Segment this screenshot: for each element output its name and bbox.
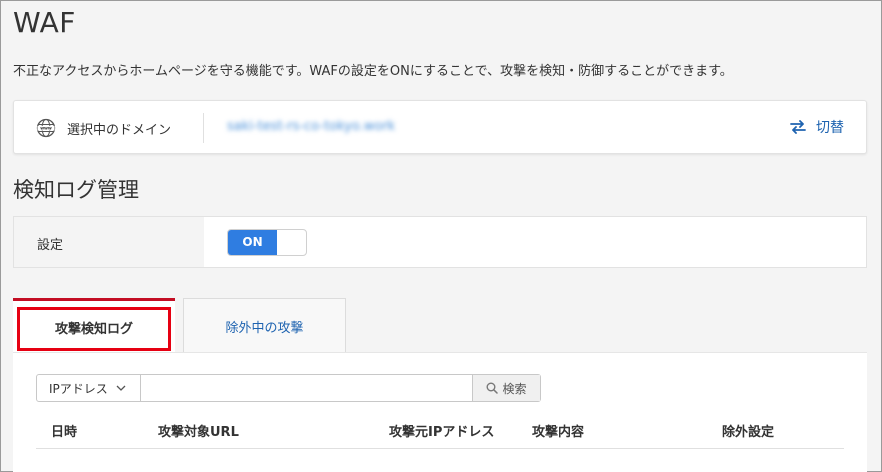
page-description: 不正なアクセスからホームページを守る機能です。WAFの設定をONにすることで、攻…: [13, 64, 733, 79]
search-bar: IPアドレス 検索: [36, 374, 541, 402]
tab-attack-detection-log[interactable]: 攻撃検知ログ: [13, 298, 175, 353]
column-header-target-url: 攻撃対象URL: [158, 425, 239, 440]
toggle-on-label: ON: [228, 230, 277, 255]
page-title: WAF: [13, 6, 76, 39]
search-input[interactable]: [141, 375, 472, 401]
setting-label: 設定: [37, 238, 64, 253]
column-header-exclusion-setting: 除外設定: [722, 425, 775, 440]
chevron-down-icon: [116, 385, 126, 391]
tab-label: 除外中の攻撃: [225, 320, 304, 336]
swap-arrows-icon: [790, 120, 806, 134]
search-button[interactable]: 検索: [472, 375, 540, 401]
tab-highlight-box: [17, 307, 171, 351]
setting-label-cell: 設定: [14, 217, 204, 267]
section-title: 検知ログ管理: [13, 178, 139, 202]
column-header-attack-content: 攻撃内容: [532, 425, 585, 440]
tab-excluded-attacks[interactable]: 除外中の攻撃: [183, 298, 346, 353]
column-header-datetime: 日時: [51, 425, 78, 440]
waf-toggle-switch[interactable]: ON: [227, 229, 307, 256]
domain-divider: [203, 113, 204, 143]
svg-text:www: www: [40, 126, 52, 131]
log-content-panel: IPアドレス 検索 日時 攻撃対象URL 攻撃元IPアドレス 攻撃内容 除外設定: [13, 352, 867, 472]
switch-domain-button[interactable]: 切替: [790, 117, 844, 137]
filter-select[interactable]: IPアドレス: [37, 375, 141, 401]
setting-row: 設定 ON: [13, 216, 867, 268]
search-button-label: 検索: [502, 381, 527, 396]
log-table-header: 日時 攻撃対象URL 攻撃元IPアドレス 攻撃内容 除外設定: [36, 413, 844, 449]
selected-domain-card: www 選択中のドメイン saki-test-rs-co-tokyo.work …: [13, 100, 867, 154]
switch-label: 切替: [816, 120, 844, 136]
filter-selected-value: IPアドレス: [49, 381, 108, 396]
www-globe-icon: www: [36, 118, 56, 138]
column-header-source-ip: 攻撃元IPアドレス: [389, 425, 495, 440]
search-icon: [486, 382, 499, 394]
domain-value: saki-test-rs-co-tokyo.work: [227, 119, 396, 134]
domain-label: 選択中のドメイン: [67, 123, 172, 138]
